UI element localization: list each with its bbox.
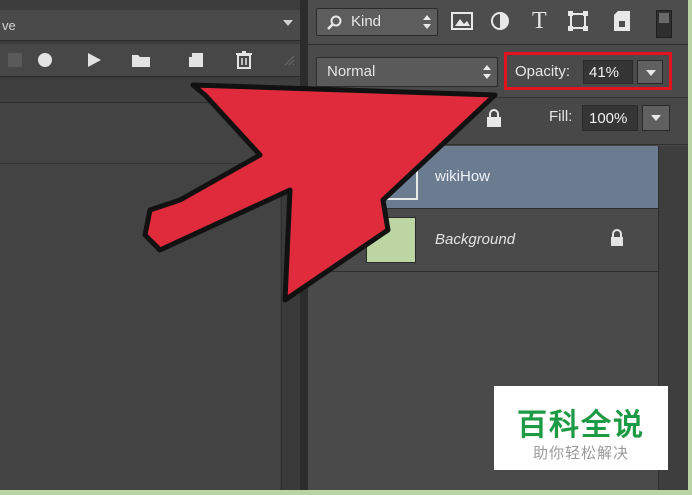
fill-value: 100% [589,110,628,127]
adjustment-filter-icon[interactable] [490,11,510,36]
watermark: 百科全说 助你轻松解决 [494,386,668,470]
new-action-icon[interactable] [181,44,211,76]
canvas-area [0,103,280,490]
updown-icon [483,65,491,79]
updown-icon [423,15,431,29]
blend-mode-value: Normal [327,63,376,80]
layer-thumbnail [366,150,418,200]
kind-filter-select[interactable]: Kind [316,8,438,36]
opacity-value: 41% [589,64,620,81]
action-set-row[interactable]: ve [0,10,300,41]
divider-line [0,163,280,164]
shape-filter-icon[interactable] [568,11,588,36]
scrollbar[interactable] [281,103,301,490]
action-name: ve [2,18,16,33]
actions-toolbar [0,44,300,77]
blend-opacity-row: Normal Opacity: 41% [308,45,688,98]
actions-panel: ve [0,0,305,490]
opacity-dropdown-button[interactable] [637,60,663,84]
chevron-down-icon [646,70,656,76]
blend-mode-select[interactable]: Normal [316,57,498,87]
layer-row-wikihow[interactable]: wikiHow [308,146,658,209]
watermark-title: 百科全说 [517,409,645,442]
chevron-down-icon [651,115,661,121]
panel-tab-strip [0,80,300,103]
kind-label: Kind [351,13,382,30]
chevron-down-icon[interactable] [283,20,293,26]
opacity-highlight-box: Opacity: 41% [504,52,672,90]
switch-knob [659,13,669,23]
lock-fill-row: Fill: 100% [308,98,688,145]
type-filter-icon[interactable]: T [532,9,547,33]
layer-filter-row: Kind T [308,0,688,45]
lock-all-icon[interactable] [486,108,502,133]
layer-name: Background [435,231,516,248]
folder-icon[interactable] [126,44,156,76]
play-icon[interactable] [79,44,109,76]
opacity-input[interactable]: 41% [583,60,633,84]
layer-row-background[interactable]: Background [308,209,658,272]
fill-label: Fill: [549,108,573,125]
search-icon [327,15,342,30]
layer-thumbnail [366,217,416,263]
trash-icon[interactable] [229,44,259,76]
record-icon[interactable] [30,44,60,76]
panel-divider [300,0,308,490]
smart-object-filter-icon[interactable] [613,10,631,37]
filter-toggle-switch[interactable] [656,10,672,38]
fill-dropdown-button[interactable] [642,105,670,131]
stop-icon[interactable] [0,44,30,76]
watermark-subtitle: 助你轻松解决 [532,445,629,462]
photoshop-window: ve Kind T Normal Opacity: 41% Fill: 100%… [0,0,688,490]
layer-name: wikiHow [435,168,491,185]
opacity-label: Opacity: [515,63,571,80]
fill-input[interactable]: 100% [582,105,638,131]
lock-icon [610,229,624,252]
image-filter-icon[interactable] [451,12,473,35]
